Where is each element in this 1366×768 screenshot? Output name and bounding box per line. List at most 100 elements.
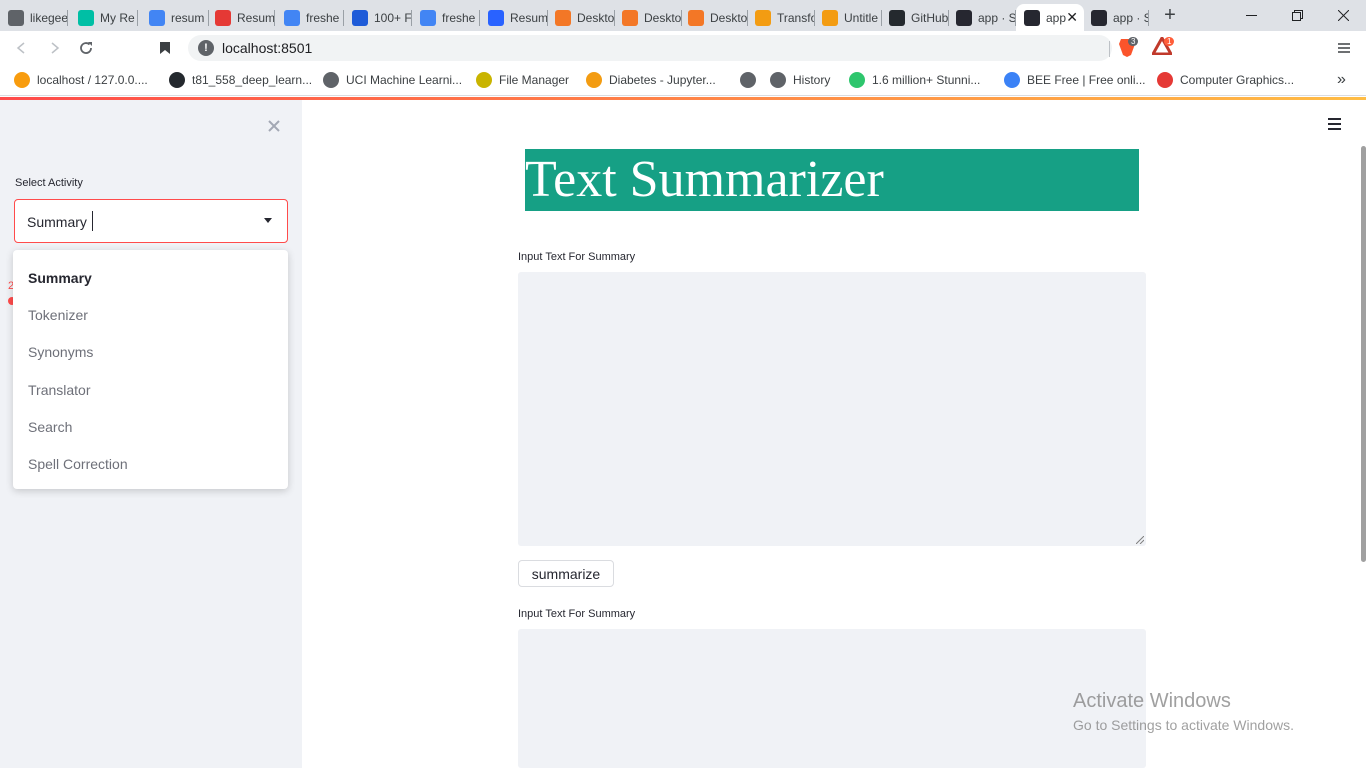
option-spell-correction[interactable]: Spell Correction: [28, 456, 128, 472]
close-icon: [1337, 9, 1349, 21]
back-arrow-icon: [16, 42, 25, 54]
tab-label: resum: [171, 10, 205, 25]
bookmark-item[interactable]: File Manager: [476, 72, 569, 88]
bookmark-item[interactable]: Computer Graphics...: [1157, 72, 1294, 88]
globe-icon: [740, 72, 756, 88]
file-manager-icon: [476, 72, 492, 88]
browser-tab[interactable]: Deskto: [680, 4, 748, 31]
forward-arrow-icon: [51, 42, 60, 54]
browser-tab[interactable]: Resum: [207, 4, 275, 31]
tab-label: app: [1046, 10, 1067, 25]
bookmark-item[interactable]: 1.6 million+ Stunni...: [849, 72, 980, 88]
url-text[interactable]: localhost:8501: [222, 40, 312, 56]
page-scrollbar[interactable]: [1361, 146, 1366, 562]
bookmark-item[interactable]: UCI Machine Learni...: [323, 72, 462, 88]
tab-label: GitHub: [911, 10, 949, 25]
google-icon: [284, 9, 300, 26]
bookmark-item[interactable]: Diabetes - Jupyter...: [586, 72, 716, 88]
tab-label: Resum: [510, 10, 548, 25]
bookmark-button[interactable]: [155, 38, 175, 58]
activity-dropdown-menu: Summary Tokenizer Synonyms Translator Se…: [13, 250, 288, 489]
jupyter-icon: [622, 9, 638, 26]
tab-label: Deskto: [577, 10, 615, 25]
option-search[interactable]: Search: [28, 419, 72, 435]
output-text-area[interactable]: [518, 629, 1146, 768]
site-info-icon[interactable]: !: [198, 40, 214, 56]
bookmark-item[interactable]: localhost / 127.0.0....: [14, 72, 148, 88]
browser-tab[interactable]: app · S: [948, 4, 1016, 31]
bookmark-item[interactable]: [740, 72, 763, 88]
tab-label: app · S: [978, 10, 1016, 25]
forward-button[interactable]: [44, 38, 64, 58]
tab-label: My Re: [100, 10, 135, 25]
browser-menu-button[interactable]: [1334, 38, 1354, 58]
close-window-button[interactable]: [1320, 0, 1366, 30]
summarize-button[interactable]: summarize: [518, 560, 614, 587]
tab-label: Resum: [237, 10, 275, 25]
tab-close-icon[interactable]: ✕: [1066, 9, 1078, 26]
notebook-icon: [755, 9, 771, 26]
bookmarks-bar: localhost / 127.0.0.... t81_558_deep_lear…: [0, 65, 1366, 96]
restore-button[interactable]: [1274, 0, 1320, 30]
activity-select[interactable]: Summary: [14, 199, 288, 243]
browser-tab[interactable]: likegee: [0, 4, 68, 31]
browser-tab[interactable]: freshe: [412, 4, 480, 31]
output-text-label: Input Text For Summary: [518, 608, 636, 620]
browser-toolbar: ! localhost:8501 3 1: [0, 31, 1366, 65]
r-icon: [352, 9, 368, 26]
activity-select-value: Summary: [27, 214, 87, 230]
minimize-button[interactable]: [1228, 0, 1274, 30]
option-tokenizer[interactable]: Tokenizer: [28, 307, 88, 323]
bookmark-item[interactable]: t81_558_deep_learn...: [169, 72, 312, 88]
browser-tab[interactable]: Resum: [480, 4, 548, 31]
reload-button[interactable]: [76, 38, 96, 58]
option-summary[interactable]: Summary: [28, 270, 92, 286]
bookmark-label: Diabetes - Jupyter...: [609, 73, 716, 87]
browser-tab[interactable]: Transfo: [747, 4, 815, 31]
streamlit-icon: [1024, 9, 1040, 26]
watermark-title: Activate Windows: [1073, 690, 1231, 712]
brave-rewards-button[interactable]: 1: [1150, 34, 1175, 57]
google-icon: [420, 9, 436, 26]
tab-label: Transfo: [777, 10, 815, 25]
brave-shields-button[interactable]: 3: [1118, 37, 1139, 57]
browser-tab[interactable]: app · S: [1083, 4, 1149, 31]
browser-tab-strip: likegee My Re resum Resum freshe 100+ F freshe…: [0, 0, 1366, 31]
watermark-subtitle: Go to Settings to activate Windows.: [1073, 717, 1294, 733]
app-menu-button[interactable]: [1328, 118, 1341, 133]
select-activity-label: Select Activity: [15, 177, 83, 189]
chevron-down-icon[interactable]: [264, 218, 272, 223]
bookmark-label: History: [793, 73, 831, 87]
google-icon: [149, 9, 165, 26]
address-bar[interactable]: ! localhost:8501: [188, 35, 1112, 61]
sidebar-close-button[interactable]: [268, 115, 280, 138]
browser-tab[interactable]: app ✕: [1016, 4, 1084, 31]
globe-icon: [323, 72, 339, 88]
new-tab-button[interactable]: +: [1160, 5, 1180, 25]
jupyter-icon: [688, 9, 704, 26]
browser-tab[interactable]: Deskto: [547, 4, 615, 31]
browser-tab[interactable]: Deskto: [614, 4, 682, 31]
tab-label: freshe: [442, 10, 476, 25]
back-button[interactable]: [12, 38, 32, 58]
browser-tab[interactable]: freshe: [276, 4, 344, 31]
bookmark-item[interactable]: History: [770, 72, 830, 88]
bookmarks-overflow-button[interactable]: »: [1337, 71, 1346, 89]
tab-label: freshe: [306, 10, 340, 25]
streamlit-icon: [1091, 9, 1107, 26]
tab-label: Deskto: [710, 10, 748, 25]
browser-tab[interactable]: GitHub: [881, 4, 949, 31]
resize-handle-icon: [1136, 536, 1144, 544]
title-banner: Text Summarizer: [525, 149, 1139, 211]
tab-label: app · S: [1113, 10, 1149, 25]
option-synonyms[interactable]: Synonyms: [28, 344, 93, 360]
bookmark-label: Computer Graphics...: [1180, 73, 1295, 87]
browser-tab[interactable]: Untitle: [814, 4, 882, 31]
browser-tab[interactable]: resum: [141, 4, 209, 31]
input-text-area[interactable]: [518, 272, 1146, 546]
browser-tab[interactable]: My Re: [70, 4, 138, 31]
bookmark-item[interactable]: BEE Free | Free onli...: [1004, 72, 1146, 88]
browser-tab[interactable]: 100+ F: [344, 4, 412, 31]
notebook-icon: [586, 72, 602, 88]
option-translator[interactable]: Translator: [28, 382, 91, 398]
